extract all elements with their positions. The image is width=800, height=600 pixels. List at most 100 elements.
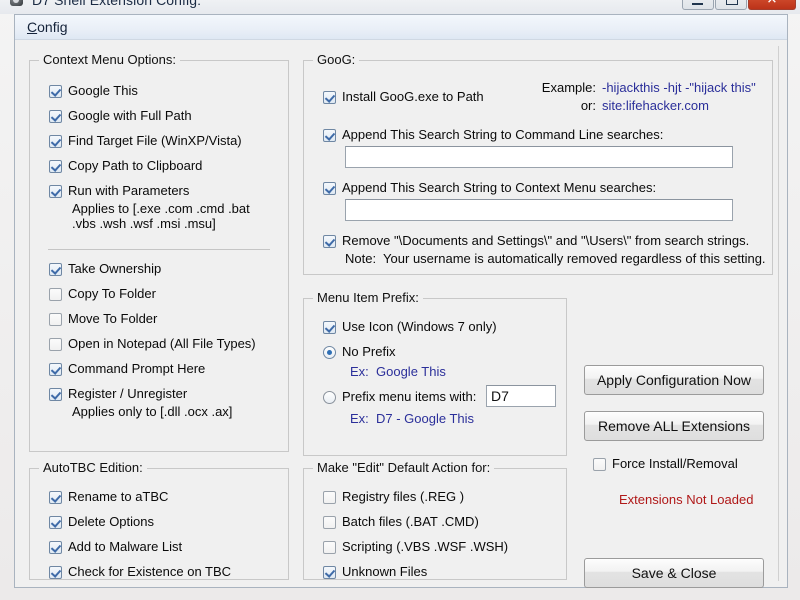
checkbox-label: Unknown Files [342, 564, 427, 579]
menu-item-config-label: onfig [37, 19, 67, 35]
status-badge: Extensions Not Loaded [619, 492, 753, 507]
checkbox-box [593, 458, 606, 471]
app-shield-icon [8, 0, 26, 9]
checkbox-box [323, 516, 336, 529]
checkbox-command-prompt-here[interactable]: Command Prompt Here [49, 361, 205, 376]
window-title-bar: D7 Shell Extension Config: ✕ [0, 0, 800, 14]
checkbox-box [49, 313, 62, 326]
checkbox-label: Force Install/Removal [612, 456, 738, 471]
menu-item-config[interactable]: Config [19, 17, 75, 37]
checkbox-label: Command Prompt Here [68, 361, 205, 376]
checkbox-box [49, 338, 62, 351]
checkbox-google-this[interactable]: Google This [49, 83, 138, 98]
checkbox-box [323, 491, 336, 504]
checkbox-move-to-folder[interactable]: Move To Folder [49, 311, 157, 326]
checkbox-google-with-full-path[interactable]: Google with Full Path [49, 108, 192, 123]
run-with-parameters-note: Applies to [.exe .com .cmd .bat .vbs .ws… [72, 201, 250, 231]
window-title: D7 Shell Extension Config: [32, 0, 201, 8]
checkbox-label: Copy To Folder [68, 286, 156, 301]
close-button[interactable]: ✕ [748, 0, 796, 10]
checkbox-batch-files[interactable]: Batch files (.BAT .CMD) [323, 514, 479, 529]
checkbox-box [49, 85, 62, 98]
prefix-text-input[interactable] [486, 385, 556, 407]
checkbox-box [49, 388, 62, 401]
checkbox-append-context-menu[interactable]: Append This Search String to Context Men… [323, 180, 656, 195]
group-goog: GooG: Install GooG.exe to Path Example: … [303, 60, 773, 275]
apply-configuration-button[interactable]: Apply Configuration Now [584, 365, 764, 395]
checkbox-install-goog-to-path[interactable]: Install GooG.exe to Path [323, 89, 484, 104]
minimize-button[interactable] [682, 0, 714, 10]
radio-prefix-menu-items-with[interactable]: Prefix menu items with: [323, 389, 476, 404]
save-and-close-button[interactable]: Save & Close [584, 558, 764, 588]
checkbox-label: Move To Folder [68, 311, 157, 326]
checkbox-append-command-line[interactable]: Append This Search String to Command Lin… [323, 127, 663, 142]
checkbox-label: Batch files (.BAT .CMD) [342, 514, 479, 529]
group-autotbc-edition: AutoTBC Edition: Rename to aTBC Delete O… [29, 468, 289, 580]
command-line-search-input[interactable] [345, 146, 733, 168]
checkbox-box [323, 321, 336, 334]
checkbox-scripting-files[interactable]: Scripting (.VBS .WSF .WSH) [323, 539, 508, 554]
checkbox-add-to-malware-list[interactable]: Add to Malware List [49, 539, 182, 554]
checkbox-copy-to-folder[interactable]: Copy To Folder [49, 286, 156, 301]
menu-bar: Config [15, 15, 787, 40]
checkbox-label: Google with Full Path [68, 108, 192, 123]
group-goog-legend: GooG: [313, 52, 359, 67]
checkbox-label: Register / Unregister [68, 386, 187, 401]
checkbox-remove-documents-and-settings[interactable]: Remove "\Documents and Settings\" and "\… [323, 233, 749, 248]
radio-label: Prefix menu items with: [342, 389, 476, 404]
checkbox-label: Append This Search String to Context Men… [342, 180, 656, 195]
checkbox-box [49, 135, 62, 148]
right-edge-divider [778, 46, 779, 581]
checkbox-label: Run with Parameters [68, 183, 189, 198]
checkbox-force-install-removal[interactable]: Force Install/Removal [593, 456, 738, 471]
checkbox-rename-to-atbc[interactable]: Rename to aTBC [49, 489, 168, 504]
group-autotbc-legend: AutoTBC Edition: [39, 460, 147, 475]
window-client-area: Config Context Menu Options: Google This… [14, 14, 788, 588]
checkbox-delete-options[interactable]: Delete Options [49, 514, 154, 529]
checkbox-label: Open in Notepad (All File Types) [68, 336, 256, 351]
checkbox-box [49, 160, 62, 173]
context-menu-search-input[interactable] [345, 199, 733, 221]
checkbox-box [49, 185, 62, 198]
checkbox-check-for-existence-on-tbc[interactable]: Check for Existence on TBC [49, 564, 231, 579]
checkbox-label: Scripting (.VBS .WSF .WSH) [342, 539, 508, 554]
radio-no-prefix[interactable]: No Prefix [323, 344, 395, 359]
checkbox-registry-files[interactable]: Registry files (.REG ) [323, 489, 464, 504]
checkbox-box [323, 541, 336, 554]
example-label: Example: [536, 80, 596, 95]
checkbox-label: Find Target File (WinXP/Vista) [68, 133, 242, 148]
remove-all-extensions-button[interactable]: Remove ALL Extensions [584, 411, 764, 441]
checkbox-label: Copy Path to Clipboard [68, 158, 202, 173]
checkbox-register-unregister[interactable]: Register / Unregister [49, 386, 187, 401]
checkbox-take-ownership[interactable]: Take Ownership [49, 261, 161, 276]
checkbox-label: Append This Search String to Command Lin… [342, 127, 663, 142]
checkbox-label: Check for Existence on TBC [68, 564, 231, 579]
caption-buttons: ✕ [681, 0, 796, 10]
maximize-button[interactable] [715, 0, 747, 10]
checkbox-copy-path-to-clipboard[interactable]: Copy Path to Clipboard [49, 158, 202, 173]
checkbox-label: Rename to aTBC [68, 489, 168, 504]
checkbox-box [323, 182, 336, 195]
radio-label: No Prefix [342, 344, 395, 359]
group-make-edit-default-action: Make "Edit" Default Action for: Registry… [303, 468, 567, 580]
checkbox-use-icon[interactable]: Use Icon (Windows 7 only) [323, 319, 497, 334]
group-context-menu-options-legend: Context Menu Options: [39, 52, 180, 67]
checkbox-run-with-parameters[interactable]: Run with Parameters [49, 183, 189, 198]
checkbox-box [49, 110, 62, 123]
radio-circle [323, 391, 336, 404]
checkbox-box [323, 566, 336, 579]
checkbox-box [49, 288, 62, 301]
checkbox-label: Install GooG.exe to Path [342, 89, 484, 104]
checkbox-unknown-files[interactable]: Unknown Files [323, 564, 427, 579]
checkbox-box [323, 129, 336, 142]
group-menu-item-prefix: Menu Item Prefix: Use Icon (Windows 7 on… [303, 298, 567, 456]
app-window: D7 Shell Extension Config: ✕ Config Cont… [0, 0, 800, 600]
desktop-background: D7 Shell Extension Config: ✕ Config Cont… [0, 0, 800, 600]
radio-circle [323, 346, 336, 359]
checkbox-find-target-file[interactable]: Find Target File (WinXP/Vista) [49, 133, 242, 148]
checkbox-label: Registry files (.REG ) [342, 489, 464, 504]
remove-paths-note: Note: Your username is automatically rem… [345, 251, 766, 266]
checkbox-box [323, 235, 336, 248]
checkbox-open-in-notepad[interactable]: Open in Notepad (All File Types) [49, 336, 256, 351]
close-icon: ✕ [767, 0, 778, 5]
